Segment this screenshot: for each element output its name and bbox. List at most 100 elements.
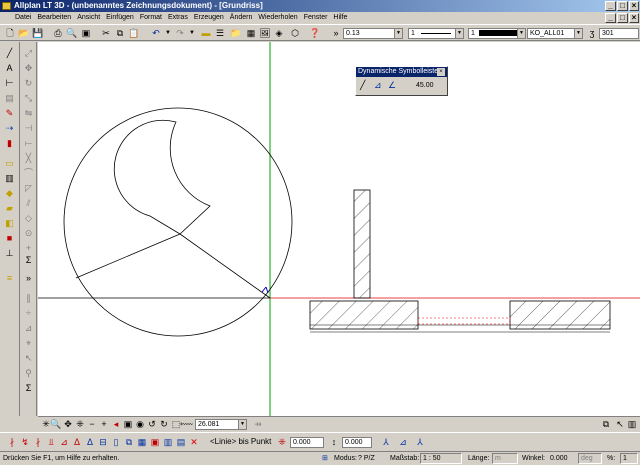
column-tool-icon[interactable]: ◆ (3, 187, 16, 199)
window-arrange-icon[interactable]: ⧉ (600, 418, 612, 430)
point-tool-icon[interactable]: ◇ (22, 212, 35, 224)
copy-tool-icon[interactable]: ⤢ (22, 47, 35, 59)
sum-tool-icon[interactable]: Σ (22, 254, 35, 266)
length-unit[interactable]: m (492, 453, 518, 464)
mirror-tool-icon[interactable]: ⇋ (22, 107, 35, 119)
center-tool-icon[interactable]: ⊙ (22, 227, 35, 239)
menu-ansicht[interactable]: Ansicht (74, 12, 103, 24)
wall-tool-icon[interactable]: ▮ (3, 137, 16, 149)
input-tool-10-icon[interactable]: ⧉ (123, 436, 135, 448)
print-icon[interactable]: ⎙ (52, 27, 64, 39)
input-tool-4-icon[interactable]: ⫫ (45, 436, 57, 448)
input-tool-9-icon[interactable]: ▯ (110, 436, 122, 448)
dy-icon[interactable]: ↕ (328, 436, 340, 448)
point-mode-icon[interactable]: ⅄ (380, 436, 392, 448)
3d-view-icon[interactable]: ◈ (273, 27, 285, 39)
zoom-value-select[interactable]: 26.081 ▼ (195, 419, 247, 430)
layer-select[interactable]: KO_ALL01 ▼ (527, 28, 583, 39)
move-tool-icon[interactable]: ✥ (22, 62, 35, 74)
layer-tool-icon[interactable]: ▭ (3, 157, 16, 169)
input-tool-2-icon[interactable]: ↯ (19, 436, 31, 448)
scale-tool-icon[interactable]: ⤡ (22, 92, 35, 104)
modify-tool-icon[interactable]: ✎ (3, 107, 16, 119)
list-icon[interactable]: ☰ (214, 27, 226, 39)
minimize-button[interactable]: _ (605, 1, 616, 11)
context-help-icon[interactable]: ❓ (309, 27, 321, 39)
doc-restore-button[interactable]: □ (617, 13, 628, 23)
angle-mode-icon[interactable]: ⊿ (374, 80, 382, 91)
input-tool-3-icon[interactable]: ∤ (32, 436, 44, 448)
scale-value[interactable]: 1 : 50 (420, 453, 462, 464)
window-zoom-icon[interactable]: ▣ (122, 418, 134, 430)
input-tool-5-icon[interactable]: ⊿ (58, 436, 70, 448)
input-tool-1-icon[interactable]: ∤ (6, 436, 18, 448)
angle-value[interactable]: 45.00 (416, 82, 434, 89)
maximize-button[interactable]: □ (617, 1, 628, 11)
element-tool-icon[interactable]: ▥ (3, 172, 16, 184)
filter-tool-icon[interactable]: ⚲ (22, 367, 35, 379)
trim-tool-icon[interactable]: ⊣ (22, 122, 35, 134)
copy-icon[interactable]: ⧉ (114, 27, 126, 39)
offset-tool-icon[interactable]: ⫽ (22, 197, 35, 209)
input-tool-7-icon[interactable]: Δ (84, 436, 96, 448)
zoom-icon[interactable]: 🔍 (50, 418, 62, 430)
pattern-icon[interactable]: ʒ (586, 27, 598, 39)
expand-tool-icon[interactable]: » (22, 272, 35, 284)
line-mode-icon[interactable]: ╱ (360, 80, 365, 91)
move-tool-icon[interactable]: ⇢ (3, 122, 16, 134)
close-button[interactable]: × (629, 1, 639, 11)
redo-icon[interactable]: ↷ (174, 27, 186, 39)
input-tool-13-icon[interactable]: ▥ (162, 436, 174, 448)
delete-tool-icon[interactable]: ╳ (22, 152, 35, 164)
input-tool-14-icon[interactable]: ▤ (175, 436, 187, 448)
page-setup-icon[interactable]: ▣ (80, 27, 92, 39)
input-tool-8-icon[interactable]: ⊟ (97, 436, 109, 448)
eraser-icon[interactable]: ◂ (110, 418, 122, 430)
new-file-icon[interactable]: 🗋 (4, 27, 16, 39)
menu-extras[interactable]: Extras (165, 12, 191, 24)
extend-tool-icon[interactable]: ⟝ (22, 137, 35, 149)
menu-wiederholen[interactable]: Wiederholen (255, 12, 300, 24)
layer-visibility-icon[interactable]: ◉ (134, 418, 146, 430)
sum-icon[interactable]: Σ (22, 382, 35, 394)
snap-tool-icon[interactable]: ⌖ (22, 337, 35, 349)
palette-title[interactable]: Dynamische Symbolleiste × (356, 67, 447, 77)
stair-tool-icon[interactable]: ⊥ (3, 247, 16, 259)
minus-icon[interactable]: − (86, 418, 98, 430)
line-type-select[interactable]: 1 ▼ (408, 28, 464, 39)
angle-mode-icon[interactable]: ⊿ (397, 436, 409, 448)
doc-minimize-button[interactable]: _ (605, 13, 616, 23)
divide-tool-icon[interactable]: ÷ (22, 307, 35, 319)
input-tool-6-icon[interactable]: Δ (71, 436, 83, 448)
doc-close-button[interactable]: × (629, 13, 639, 23)
chamfer-tool-icon[interactable]: ◸ (22, 182, 35, 194)
cancel-input-icon[interactable]: ✕ (188, 436, 200, 448)
tree-mode-icon[interactable]: ⅄ (414, 436, 426, 448)
drawing-canvas[interactable] (38, 42, 640, 416)
cut-icon[interactable]: ✂ (100, 27, 112, 39)
undo-icon[interactable]: ↶ (150, 27, 162, 39)
drawing-files-icon[interactable]: ▦ (245, 27, 257, 39)
dynamic-toolbar-palette[interactable]: Dynamische Symbolleiste × ╱ ⊿ ∠ 45.00 (355, 66, 448, 96)
previous-view-icon[interactable]: ⬳ (180, 418, 193, 430)
menu-aendern[interactable]: Ändern (227, 12, 256, 24)
layer-manager-icon[interactable]: ≡ (3, 272, 16, 284)
toolbar-expand-icon[interactable]: » (330, 27, 342, 39)
redo-dropdown-icon[interactable]: ▼ (186, 27, 198, 39)
menu-bearbeiten[interactable]: Bearbeiten (34, 12, 74, 24)
palette-close-icon[interactable]: × (437, 68, 445, 76)
open-folder-icon[interactable]: 📂 (18, 27, 30, 39)
fillet-tool-icon[interactable]: ⌒ (22, 167, 35, 179)
pointer-icon[interactable]: ⇸ (252, 418, 264, 430)
pan-icon[interactable]: ✥ (62, 418, 74, 430)
save-icon[interactable]: 💾 (32, 27, 44, 39)
percent-value[interactable]: 1 (620, 453, 638, 464)
menu-fenster[interactable]: Fenster (301, 12, 331, 24)
dx-input[interactable]: 0.000 (290, 437, 324, 448)
redraw-icon[interactable]: ↺ (146, 418, 158, 430)
door-tool-icon[interactable]: ▰ (3, 202, 16, 214)
image-icon[interactable]: 🖼 (259, 27, 271, 39)
menu-datei[interactable]: Datei (12, 12, 34, 24)
menu-format[interactable]: Format (137, 12, 165, 24)
measure-tool-icon[interactable]: ⊿ (22, 322, 35, 334)
